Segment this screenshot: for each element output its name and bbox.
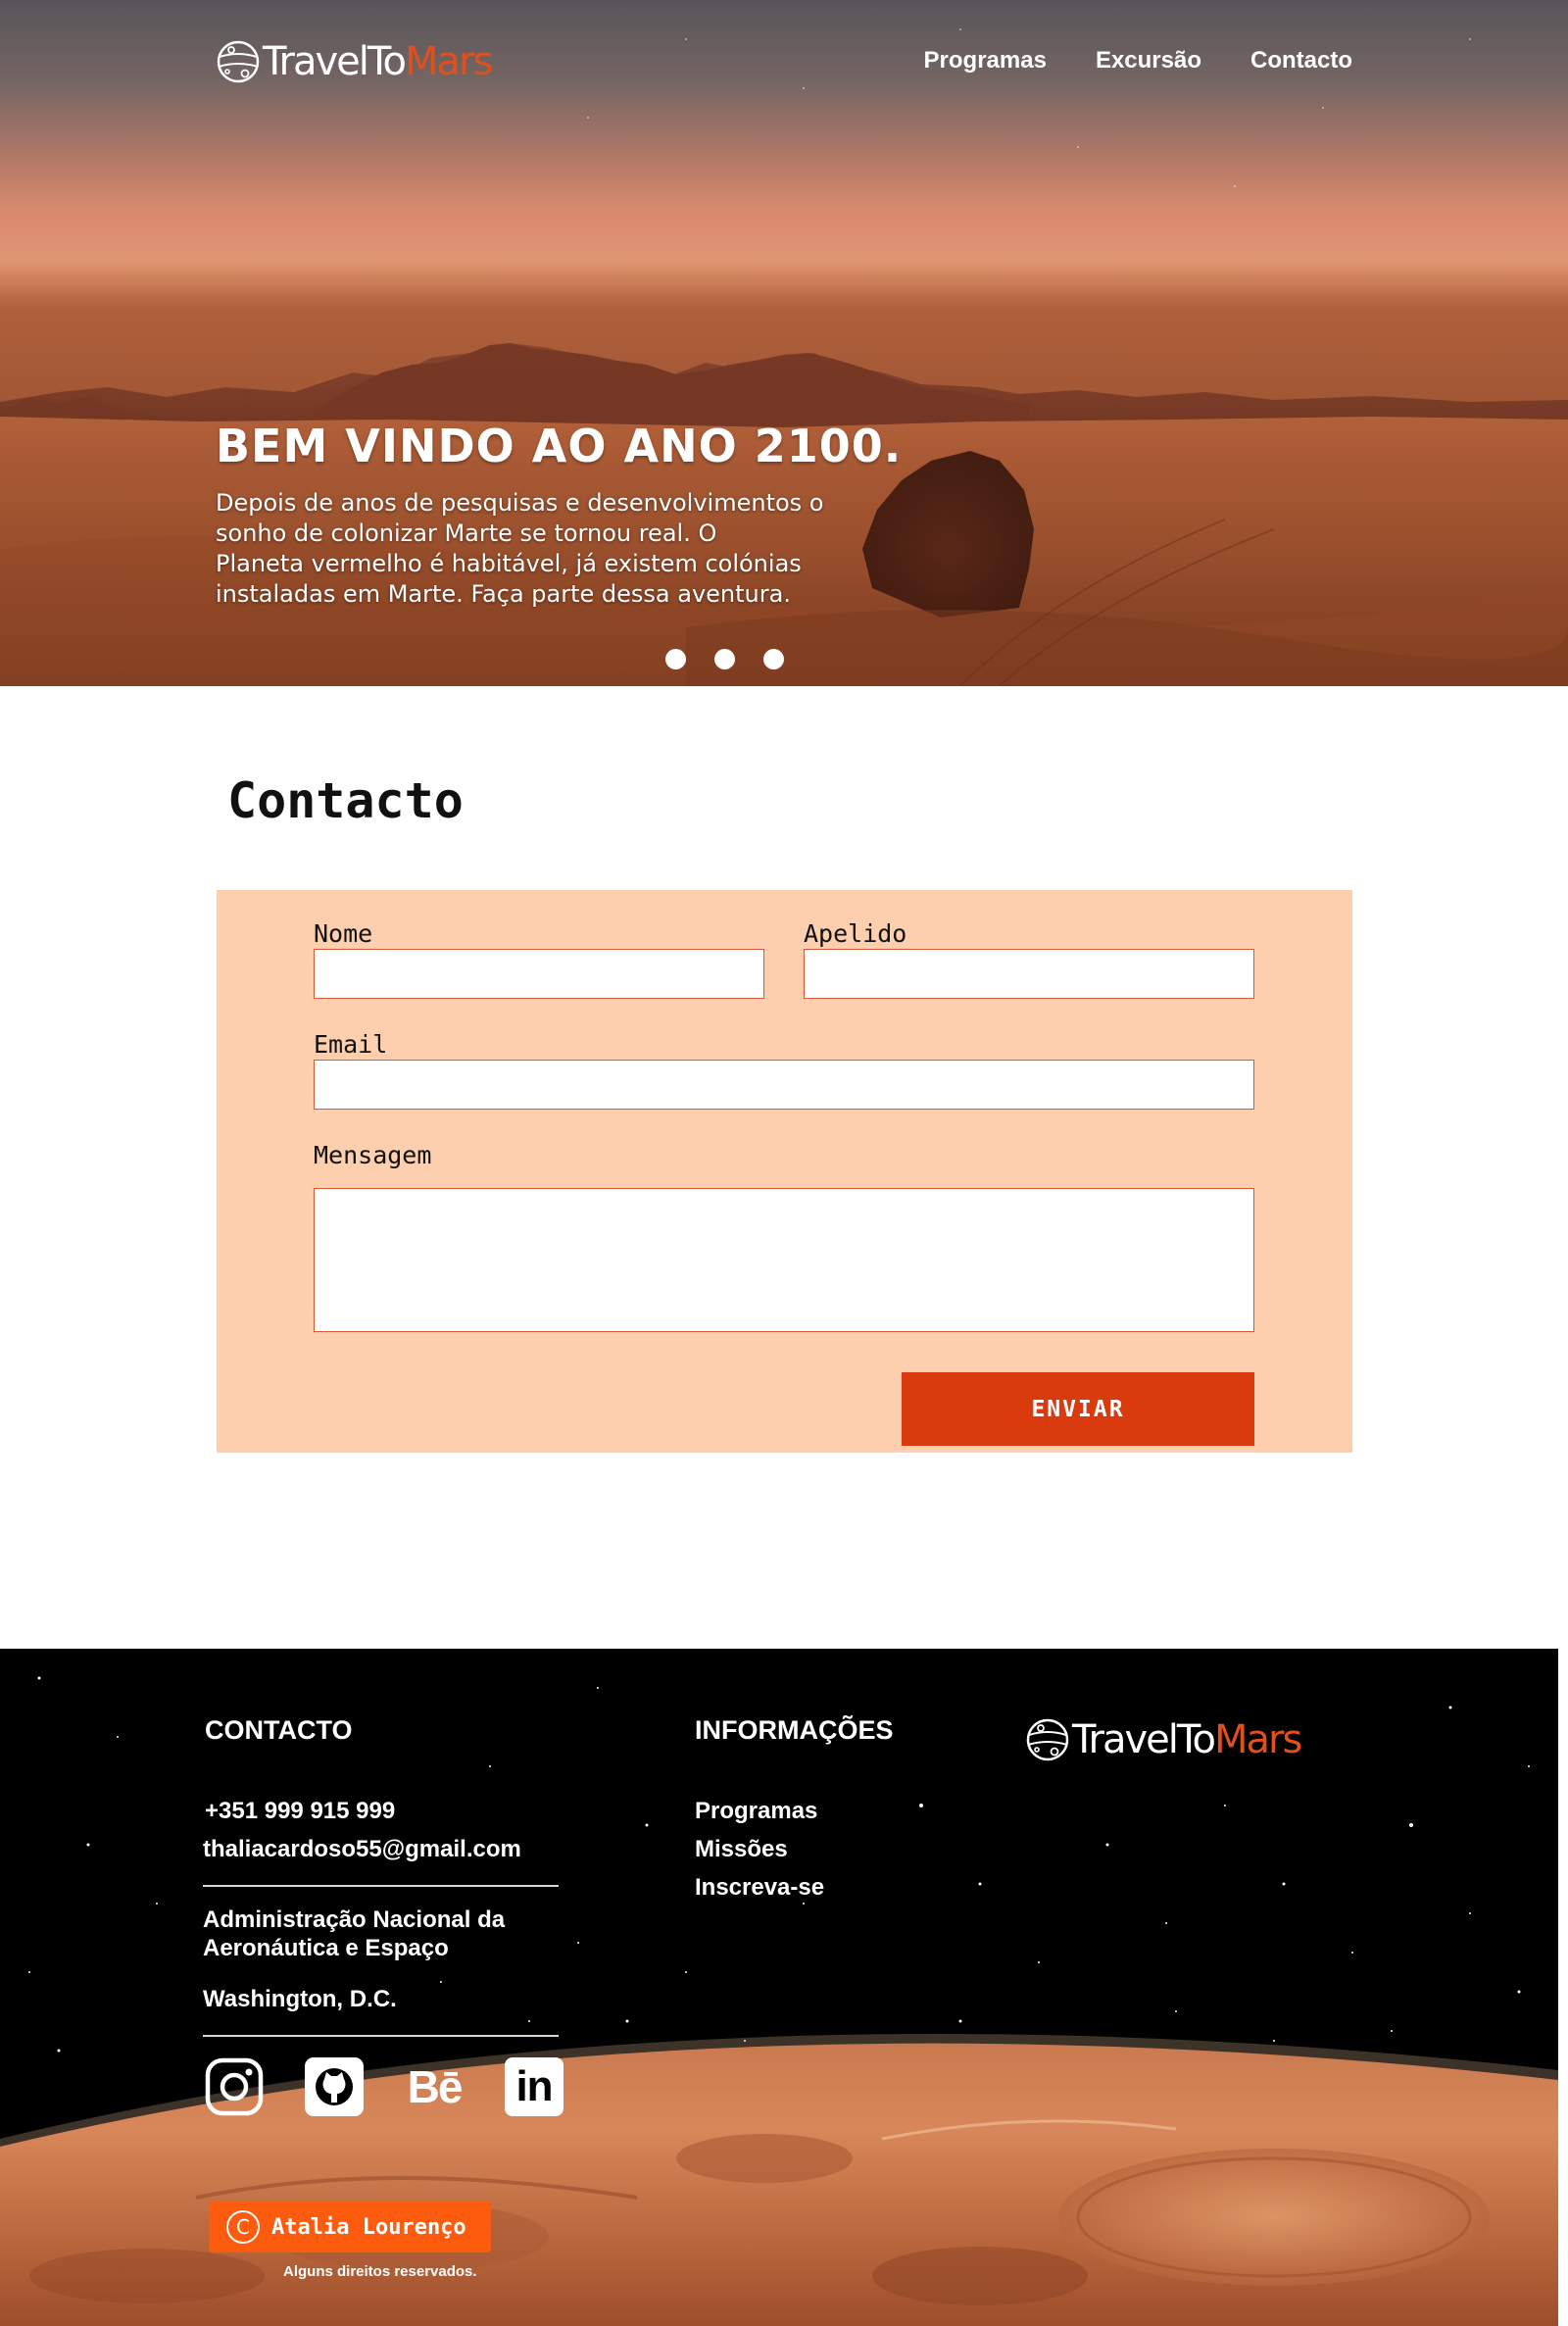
logo-text-accent: Mars [1214, 1717, 1302, 1762]
nav-contacto[interactable]: Contacto [1250, 47, 1352, 74]
instagram-icon[interactable] [204, 2056, 265, 2117]
planet-logo-icon [217, 40, 260, 83]
logo-text-primary: TravelTo [1072, 1717, 1216, 1762]
contact-title: Contacto [227, 772, 464, 829]
hero-line-2: sonho de colonizar Marte se tornou real.… [216, 520, 717, 547]
nav-excursao[interactable]: Excursão [1096, 47, 1201, 74]
last-name-input[interactable] [804, 949, 1254, 999]
rights-text: Alguns direitos reservados. [283, 2263, 477, 2280]
send-button[interactable]: ENVIAR [902, 1372, 1254, 1446]
email-input[interactable] [314, 1060, 1254, 1110]
hero-line-1: Depois de anos de pesquisas e desenvolvi… [216, 489, 824, 517]
site-footer: CONTACTO +351 999 915 999 thaliacardoso5… [0, 1649, 1558, 2326]
planet-logo-icon [1026, 1718, 1069, 1761]
footer-organization: Administração Nacional da Aeronáutica e … [203, 1905, 505, 1962]
footer-divider-1 [203, 1885, 559, 1887]
footer-info-heading: INFORMAÇÕES [695, 1715, 894, 1745]
footer-org-line-1: Administração Nacional da [203, 1906, 506, 1933]
linkedin-icon[interactable]: in [504, 2056, 564, 2117]
main-nav: Programas Excursão Contacto [924, 47, 1352, 74]
hero-line-3: Planeta vermelho é habitável, já existem… [216, 550, 802, 577]
last-name-label: Apelido [804, 919, 907, 948]
first-name-label: Nome [314, 919, 373, 948]
linkedin-glyph: in [515, 2062, 553, 2110]
email-label: Email [314, 1030, 388, 1059]
logo-wordmark: TravelToMars [263, 39, 493, 84]
logo-text-accent: Mars [405, 39, 493, 84]
behance-glyph: Bē [407, 2061, 464, 2112]
footer-link-programas[interactable]: Programas [695, 1798, 817, 1825]
message-label: Mensagem [314, 1141, 432, 1169]
footer-logo[interactable]: TravelToMars [1023, 1715, 1302, 1764]
hero-title: BEM VINDO AO ANO 2100. [216, 420, 903, 472]
author-name: Atalia Lourenço [271, 2214, 466, 2240]
hero-banner: TravelToMars Programas Excursão Contacto… [0, 0, 1568, 686]
footer-divider-2 [203, 2035, 559, 2037]
logo-text-primary: TravelTo [263, 39, 407, 84]
site-logo[interactable]: TravelToMars [214, 37, 493, 86]
footer-email[interactable]: thaliacardoso55@gmail.com [203, 1836, 521, 1863]
first-name-input[interactable] [314, 949, 764, 999]
copyright-badge[interactable]: C Atalia Lourenço [209, 2202, 491, 2252]
footer-link-inscreva-se[interactable]: Inscreva-se [695, 1874, 824, 1902]
footer-link-missoes[interactable]: Missões [695, 1836, 788, 1863]
carousel-dot-3[interactable] [763, 649, 784, 669]
carousel-dot-1[interactable] [665, 649, 686, 669]
carousel-dot-2[interactable] [714, 649, 735, 669]
copyright-icon: C [226, 2210, 260, 2244]
carousel-dots [665, 649, 784, 669]
message-textarea[interactable] [314, 1188, 1254, 1332]
footer-city: Washington, D.C. [203, 1986, 397, 2012]
hero-description: Depois de anos de pesquisas e desenvolvi… [216, 488, 892, 610]
social-links: Bē in [204, 2056, 564, 2117]
footer-phone[interactable]: +351 999 915 999 [205, 1798, 395, 1825]
hero-line-4: instaladas em Marte. Faça parte dessa av… [216, 580, 791, 608]
nav-programas[interactable]: Programas [924, 47, 1047, 74]
footer-org-line-2: Aeronáutica e Espaço [203, 1935, 449, 1961]
github-icon[interactable] [304, 2056, 365, 2117]
logo-wordmark: TravelToMars [1072, 1717, 1302, 1762]
behance-icon[interactable]: Bē [404, 2056, 465, 2117]
footer-contact-heading: CONTACTO [205, 1715, 353, 1745]
